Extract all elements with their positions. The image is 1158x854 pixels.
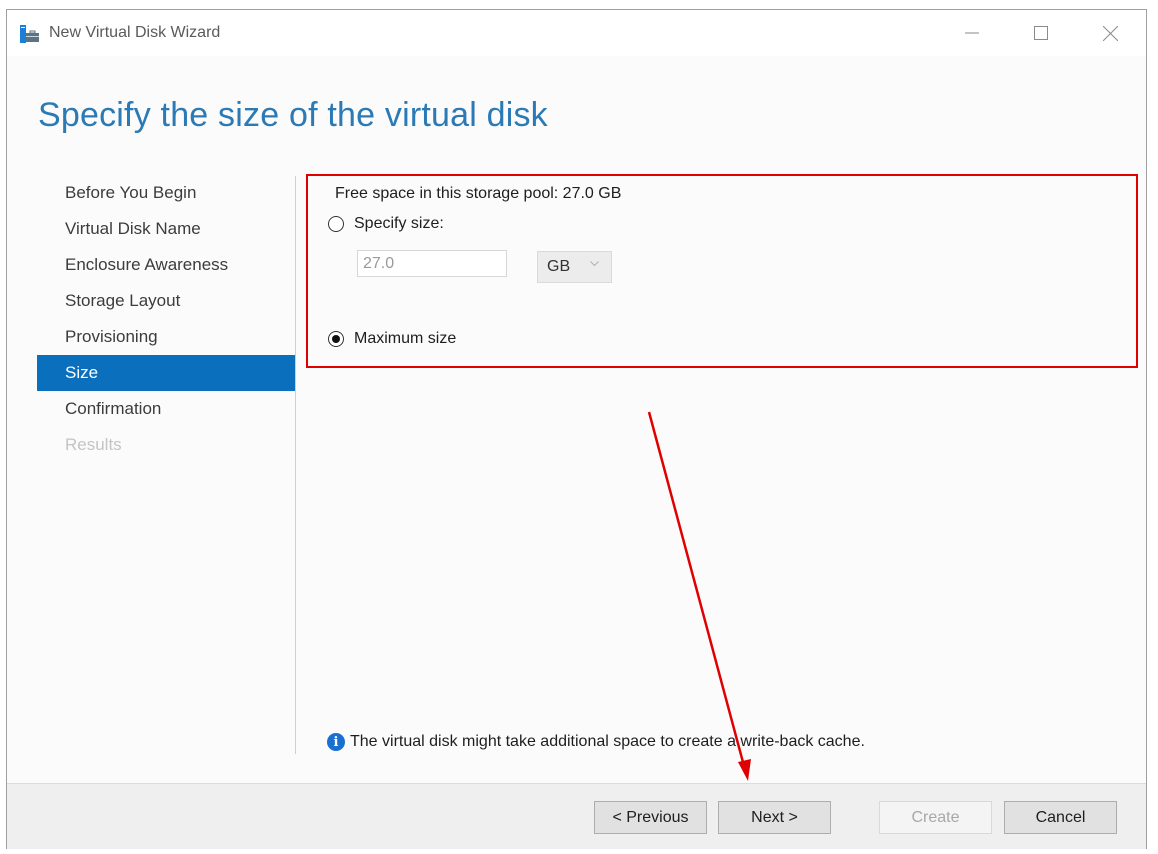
wizard-steps-nav: Before You Begin Virtual Disk Name Enclo…: [37, 175, 295, 463]
title-bar[interactable]: New Virtual Disk Wizard: [7, 10, 1146, 56]
sidebar-item-enclosure-awareness[interactable]: Enclosure Awareness: [37, 247, 295, 283]
next-button[interactable]: Next >: [718, 801, 831, 834]
sidebar-item-provisioning[interactable]: Provisioning: [37, 319, 295, 355]
close-icon: [1102, 25, 1118, 41]
sidebar-item-results: Results: [65, 435, 122, 454]
maximum-size-label: Maximum size: [354, 330, 457, 347]
virtual-disk-wizard-icon: [20, 25, 39, 43]
minimize-button[interactable]: [941, 10, 1003, 56]
sidebar-item-confirmation[interactable]: Confirmation: [37, 391, 295, 427]
maximum-size-radio-option[interactable]: Maximum size: [328, 330, 456, 348]
cancel-button[interactable]: Cancel: [1004, 801, 1117, 834]
sidebar-item-virtual-disk-name[interactable]: Virtual Disk Name: [37, 211, 295, 247]
write-back-cache-notice: i The virtual disk might take additional…: [327, 733, 865, 751]
previous-button[interactable]: < Previous: [594, 801, 707, 834]
size-value-input[interactable]: [357, 250, 507, 277]
chevron-down-icon: [590, 261, 599, 267]
content-divider: [295, 176, 296, 754]
size-unit-value: GB: [547, 258, 571, 275]
maximize-icon: [1034, 26, 1048, 40]
specify-size-radio-option[interactable]: Specify size:: [328, 215, 444, 233]
close-button[interactable]: [1079, 10, 1141, 56]
specify-size-radio[interactable]: [328, 216, 344, 232]
size-unit-dropdown[interactable]: GB: [537, 251, 612, 283]
specify-size-label: Specify size:: [354, 215, 444, 232]
info-text: The virtual disk might take additional s…: [350, 733, 865, 750]
minimize-icon: [965, 32, 979, 34]
sidebar-item-storage-layout[interactable]: Storage Layout: [37, 283, 295, 319]
sidebar-item-before-you-begin[interactable]: Before You Begin: [37, 175, 295, 211]
free-space-label: Free space in this storage pool: 27.0 GB: [335, 185, 622, 202]
wizard-footer: < Previous Next > Create Cancel: [7, 783, 1146, 849]
window-title: New Virtual Disk Wizard: [49, 24, 221, 41]
wizard-window: New Virtual Disk Wizard Specify the size…: [6, 9, 1147, 849]
info-icon: i: [327, 733, 345, 751]
page-title: Specify the size of the virtual disk: [38, 96, 548, 134]
maximize-button[interactable]: [1010, 10, 1072, 56]
sidebar-item-size[interactable]: Size: [37, 355, 295, 391]
create-button: Create: [879, 801, 992, 834]
maximum-size-radio[interactable]: [328, 331, 344, 347]
